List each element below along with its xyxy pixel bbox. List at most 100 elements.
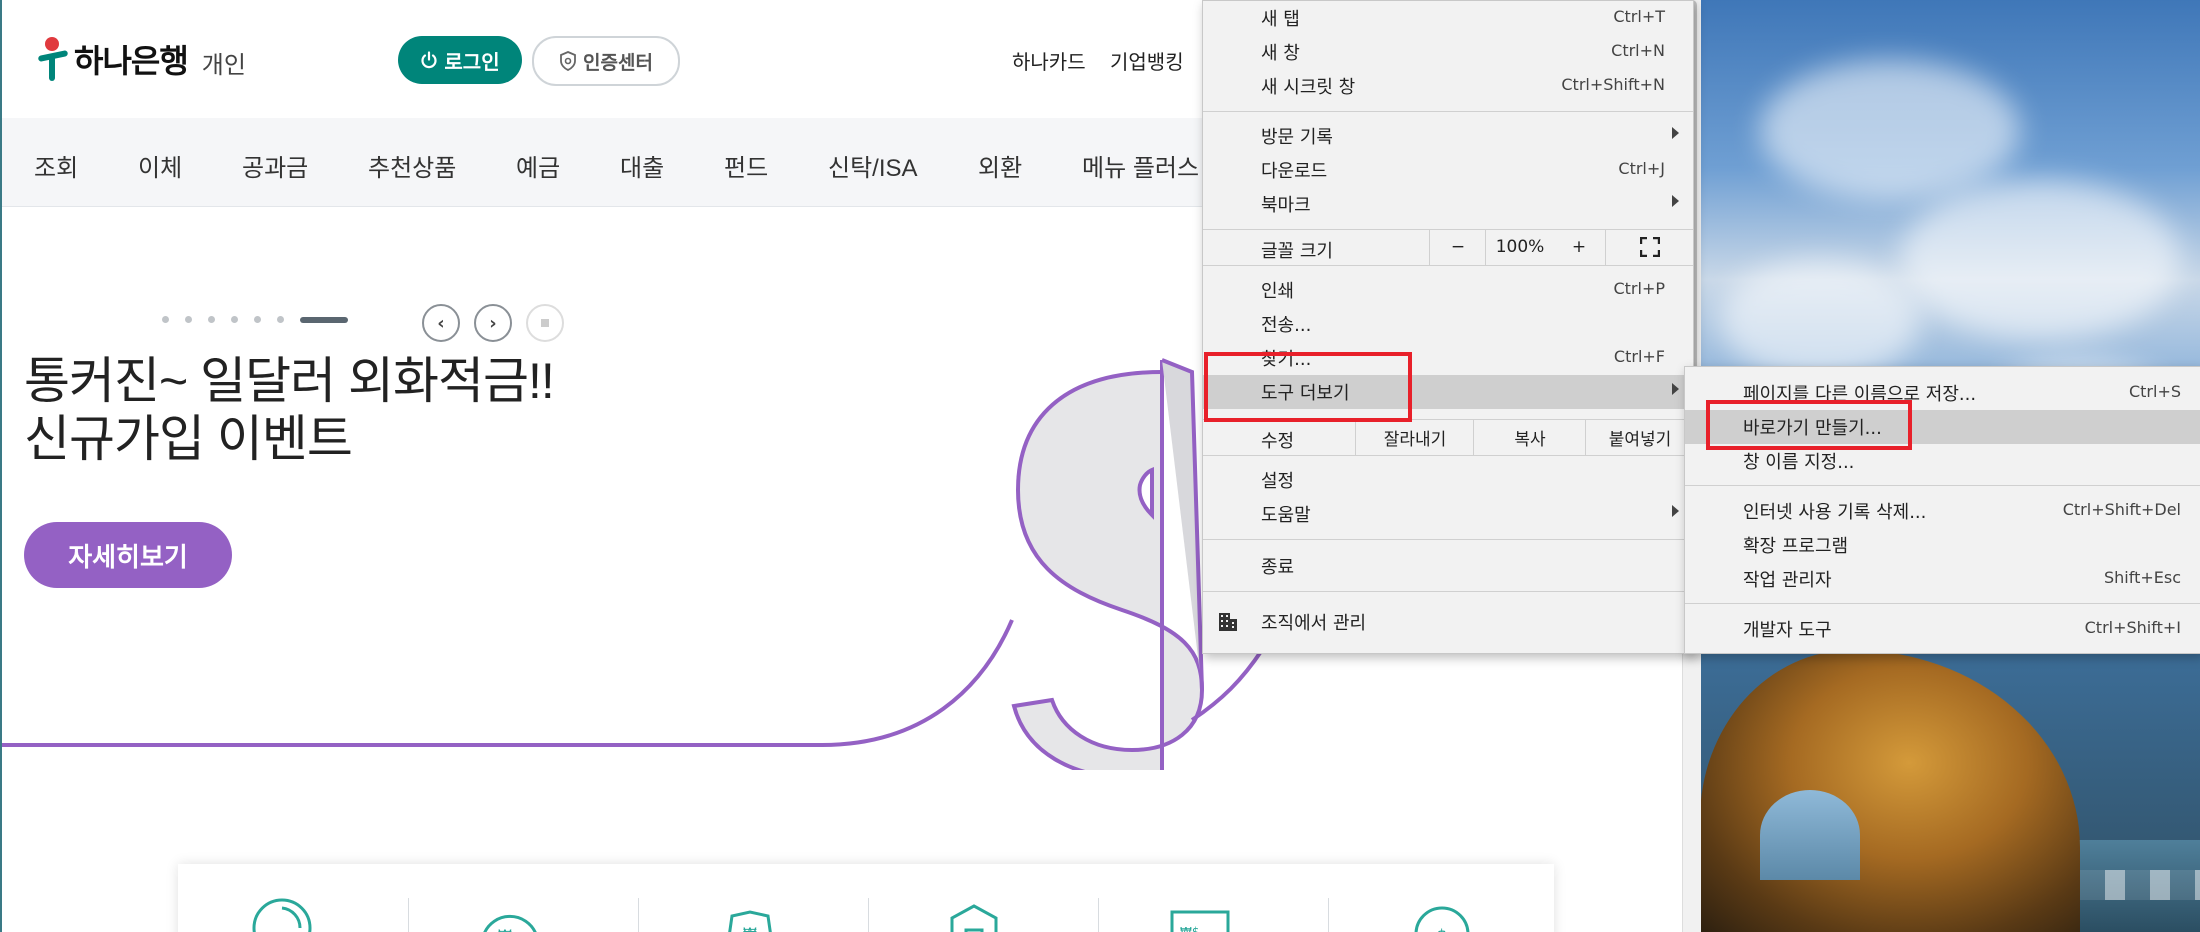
menu-shortcut: Shift+Esc xyxy=(2103,568,2181,587)
menu-item-new-window[interactable]: 새 창 Ctrl+N xyxy=(1203,35,1693,69)
nav-item-transfer[interactable]: 이체 xyxy=(138,148,182,183)
menu-shortcut: Ctrl+Shift+N xyxy=(1561,75,1665,94)
carousel-prev-button[interactable]: ‹ xyxy=(422,304,460,342)
submenu-arrow-icon xyxy=(1672,505,1679,517)
highlight-box-more-tools xyxy=(1204,352,1412,422)
carousel-dot-active[interactable] xyxy=(300,316,348,323)
corporate-banking-link[interactable]: 기업뱅킹 xyxy=(1110,46,1184,75)
menu-item-edit: 수정 잘라내기 복사 붙여넣기 xyxy=(1203,419,1693,455)
cert-label: 인증센터 xyxy=(583,52,653,74)
login-label: 로그인 xyxy=(444,51,500,74)
menu-item-history[interactable]: 방문 기록 xyxy=(1203,119,1693,153)
menu-item-new-tab[interactable]: 새 탭 Ctrl+T xyxy=(1203,1,1693,35)
submenu-item-clear-data[interactable]: 인터넷 사용 기록 삭제... Ctrl+Shift+Del xyxy=(1685,494,2200,528)
fullscreen-icon xyxy=(1640,237,1660,257)
submenu-arrow-icon xyxy=(1672,383,1679,395)
nav-item-loan[interactable]: 대출 xyxy=(620,148,664,183)
menu-label: 글꼴 크기 xyxy=(1261,241,1333,262)
hero-detail-button[interactable]: 자세히보기 xyxy=(24,522,232,588)
menu-shortcut: Ctrl+F xyxy=(1613,347,1665,366)
menu-item-managed[interactable]: 조직에서 관리 xyxy=(1203,605,1693,639)
nav-item-utilities[interactable]: 공과금 xyxy=(242,148,308,183)
dollar-coin-icon[interactable]: $ xyxy=(1410,894,1474,932)
carousel-next-button[interactable]: › xyxy=(474,304,512,342)
paste-button[interactable]: 붙여넣기 xyxy=(1585,419,1694,455)
menu-label: 인터넷 사용 기록 삭제... xyxy=(1743,502,1927,523)
menu-item-exit[interactable]: 종료 xyxy=(1203,549,1693,583)
nav-item-inquiry[interactable]: 조회 xyxy=(34,148,78,183)
menu-label: 작업 관리자 xyxy=(1743,570,1832,591)
menu-label: 조직에서 관리 xyxy=(1261,613,1367,634)
hero-title-line2: 신규가입 이벤트 xyxy=(24,411,353,467)
menu-shortcut: Ctrl+T xyxy=(1613,7,1665,26)
carousel-pause-button[interactable] xyxy=(526,304,564,342)
zoom-in-button[interactable]: + xyxy=(1553,229,1605,265)
highlight-box-create-shortcut xyxy=(1706,400,1912,450)
carousel-dot[interactable] xyxy=(208,316,215,323)
menu-label: 전송... xyxy=(1261,315,1312,336)
stop-icon xyxy=(541,319,549,327)
cert-center-button[interactable]: 인증센터 xyxy=(532,36,680,86)
nav-item-menu-plus[interactable]: 메뉴 플러스 xyxy=(1082,148,1199,183)
hana-bank-logo[interactable]: 하나은행 개인 xyxy=(34,36,246,82)
submenu-arrow-icon xyxy=(1672,127,1679,139)
menu-label: 확장 프로그램 xyxy=(1743,536,1849,557)
svg-text:₩$: ₩$ xyxy=(1180,925,1200,932)
menu-label: 다운로드 xyxy=(1261,161,1328,182)
hero-title-line1: 통커진~ 일달러 외화적금!! xyxy=(24,353,555,409)
transfer-icon[interactable]: ₩→ xyxy=(478,894,542,932)
cut-button[interactable]: 잘라내기 xyxy=(1355,419,1474,455)
hana-card-link[interactable]: 하나카드 xyxy=(1012,46,1086,75)
carousel-dot[interactable] xyxy=(185,316,192,323)
submenu-item-task-manager[interactable]: 작업 관리자 Shift+Esc xyxy=(1685,562,2200,596)
zoom-out-button[interactable]: − xyxy=(1429,229,1486,265)
zoom-level: 100% xyxy=(1485,229,1554,265)
carousel-dot[interactable] xyxy=(231,316,238,323)
menu-item-settings[interactable]: 설정 xyxy=(1203,463,1693,497)
carousel-dot[interactable] xyxy=(277,316,284,323)
carousel-dot[interactable] xyxy=(254,316,261,323)
clock-icon[interactable] xyxy=(250,894,314,932)
hero-title: 통커진~ 일달러 외화적금!! 신규가입 이벤트 xyxy=(24,352,555,468)
menu-label: 새 창 xyxy=(1261,43,1300,64)
carousel-dot[interactable] xyxy=(162,316,169,323)
menu-item-zoom: 글꼴 크기 − 100% + xyxy=(1203,229,1693,265)
menu-shortcut: Ctrl+N xyxy=(1611,41,1665,60)
menu-item-new-incognito[interactable]: 새 시크릿 창 Ctrl+Shift+N xyxy=(1203,69,1693,103)
copy-button[interactable]: 복사 xyxy=(1473,419,1586,455)
submenu-arrow-icon xyxy=(1672,195,1679,207)
menu-label: 새 탭 xyxy=(1261,9,1300,30)
won-bill-icon[interactable]: ₩ xyxy=(718,894,782,932)
menu-label: 인쇄 xyxy=(1261,281,1295,302)
submenu-item-extensions[interactable]: 확장 프로그램 xyxy=(1685,528,2200,562)
fullscreen-button[interactable] xyxy=(1605,229,1694,265)
nav-item-recommended[interactable]: 추천상품 xyxy=(368,148,456,183)
menu-label: 북마크 xyxy=(1261,195,1311,216)
menu-item-bookmarks[interactable]: 북마크 xyxy=(1203,187,1693,221)
menu-label: 설정 xyxy=(1261,471,1295,492)
menu-shortcut: Ctrl+J xyxy=(1618,159,1665,178)
nav-item-fund[interactable]: 펀드 xyxy=(724,148,768,183)
submenu-item-dev-tools[interactable]: 개발자 도구 Ctrl+Shift+I xyxy=(1685,612,2200,646)
menu-shortcut: Ctrl+P xyxy=(1613,279,1665,298)
currency-exchange-icon[interactable]: ₩$ xyxy=(1168,894,1232,932)
nav-item-deposit[interactable]: 예금 xyxy=(516,148,560,183)
chevron-left-icon: ‹ xyxy=(437,312,445,334)
logo-sub: 개인 xyxy=(201,51,246,79)
nav-item-trust-isa[interactable]: 신탁/ISA xyxy=(828,148,918,183)
svg-text:₩→: ₩→ xyxy=(498,928,524,932)
menu-shortcut: Ctrl+S xyxy=(2128,382,2181,401)
chevron-right-icon: › xyxy=(489,312,497,334)
menu-label: 개발자 도구 xyxy=(1743,620,1832,641)
login-button[interactable]: 로그인 xyxy=(398,36,522,84)
menu-item-help[interactable]: 도움말 xyxy=(1203,497,1693,531)
logo-name: 하나은행 xyxy=(74,43,189,79)
hana-logo-icon xyxy=(34,37,70,81)
lock-shield-icon[interactable] xyxy=(942,894,1006,932)
nav-item-forex[interactable]: 외환 xyxy=(978,148,1022,183)
menu-label: 새 시크릿 창 xyxy=(1261,77,1356,98)
menu-item-downloads[interactable]: 다운로드 Ctrl+J xyxy=(1203,153,1693,187)
menu-item-print[interactable]: 인쇄 Ctrl+P xyxy=(1203,273,1693,307)
browser-main-menu: 새 탭 Ctrl+T 새 창 Ctrl+N 새 시크릿 창 Ctrl+Shift… xyxy=(1202,0,1694,654)
menu-item-cast[interactable]: 전송... xyxy=(1203,307,1693,341)
